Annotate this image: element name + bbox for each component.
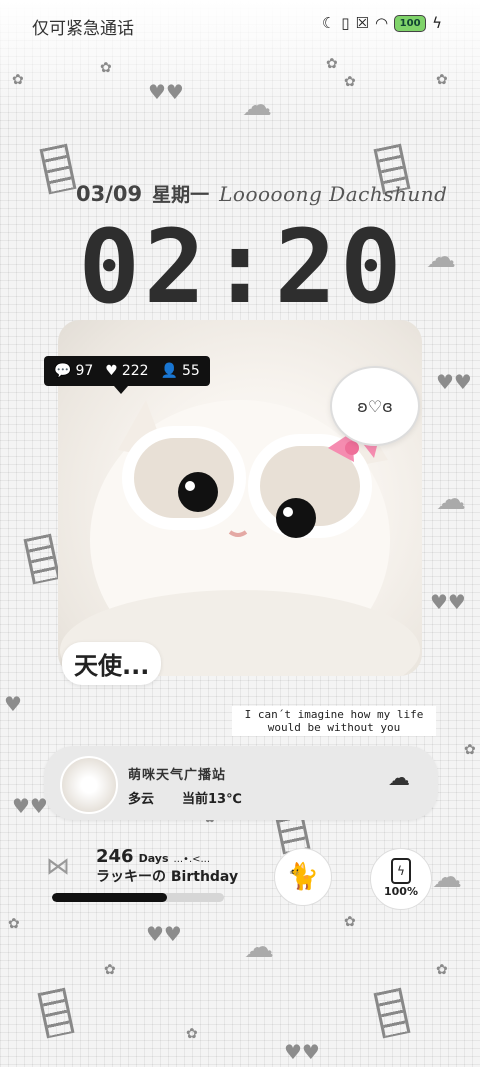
- heart-icon: ♥♥: [146, 922, 182, 946]
- vibrate-icon: ▯: [341, 14, 350, 32]
- wifi-icon: ◠: [375, 14, 389, 32]
- weather-temperature: 当前13℃: [182, 792, 242, 807]
- countdown-progress: [52, 893, 224, 902]
- charging-icon: ϟ: [432, 14, 442, 32]
- heart-icon: ♥♥: [148, 80, 184, 104]
- heart-icon: ♥♥: [284, 1040, 320, 1064]
- quote-text: I can´t imagine how my life would be wit…: [232, 706, 436, 736]
- paw-icon: ✿: [12, 72, 24, 88]
- days-unit: Days: [138, 852, 169, 865]
- likes-stat: ♥ 222: [105, 363, 148, 379]
- heart-icon: ♥: [4, 692, 22, 716]
- battery-icon: 100: [394, 14, 427, 32]
- thought-bubble: ʚ♡ɞ: [330, 366, 420, 446]
- weekday-text: 星期一: [152, 184, 210, 206]
- paw-icon: ✿: [464, 742, 476, 758]
- cloud-icon: ☁: [432, 860, 462, 895]
- event-name: ラッキーの Birthday: [96, 869, 239, 885]
- cloud-icon: ☁: [242, 88, 272, 123]
- ladder-icon: [37, 987, 75, 1039]
- social-stats: 💬 97 ♥ 222 👤 55: [44, 356, 210, 394]
- heart-icon: ♥: [105, 363, 118, 379]
- weather-avatar: [60, 756, 118, 814]
- followers-count: 55: [182, 363, 200, 379]
- ladder-icon: [23, 533, 61, 585]
- weather-condition: 多云: [128, 792, 155, 807]
- paw-icon: ✿: [326, 56, 338, 72]
- cloud-icon: ☁: [244, 930, 274, 965]
- weather-widget[interactable]: 萌咪天气广播站 多云 当前13℃ ☁: [44, 746, 438, 820]
- countdown-progress-fill: [52, 893, 168, 902]
- cloud-icon: ☁: [426, 240, 456, 275]
- comments-stat: 💬 97: [54, 363, 93, 379]
- cloud-icon: ☁: [388, 766, 410, 791]
- paw-icon: ✿: [186, 1026, 198, 1042]
- brand-text: Looooong Dachshund: [219, 182, 448, 206]
- sim-off-icon: ☒: [355, 14, 369, 32]
- black-cat-button[interactable]: 🐈: [274, 848, 332, 906]
- date-line: 03/09 星期一 Looooong Dachshund: [76, 180, 447, 207]
- angel-label: 天使...: [62, 642, 162, 685]
- weather-title: 萌咪天气广播站: [128, 768, 227, 783]
- status-icons: ☾ ▯ ☒ ◠ 100 ϟ: [322, 14, 442, 32]
- days-decor: ...•.<...: [173, 854, 211, 865]
- heart-icon: ♥♥: [436, 370, 472, 394]
- days-number: 246: [96, 846, 134, 867]
- paw-icon: ✿: [436, 962, 448, 978]
- heart-icon: ♥♥: [430, 590, 466, 614]
- carrier-text: 仅可紧急通话: [32, 19, 134, 39]
- likes-count: 222: [121, 363, 149, 379]
- battery-percent: 100%: [384, 885, 418, 898]
- user-icon: 👤: [160, 363, 178, 379]
- paw-icon: ✿: [344, 74, 356, 90]
- paw-icon: ✿: [8, 916, 20, 932]
- heart-icon: ♥♥: [12, 794, 48, 818]
- paw-icon: ✿: [100, 60, 112, 76]
- black-cat-icon: 🐈: [286, 862, 320, 892]
- clock: 02:20: [78, 208, 406, 327]
- countdown-days: 246 Days ...•.<...: [96, 846, 210, 867]
- followers-stat: 👤 55: [161, 363, 200, 379]
- comment-icon: 💬: [54, 363, 72, 379]
- moon-icon: ☾: [321, 14, 336, 32]
- ladder-icon: [39, 143, 77, 195]
- ladder-icon: [373, 987, 411, 1039]
- paw-icon: ✿: [104, 962, 116, 978]
- bow-icon: ⋈: [46, 852, 70, 880]
- cloud-icon: ☁: [436, 482, 466, 517]
- comments-count: 97: [75, 363, 94, 379]
- date-text: 03/09: [76, 182, 143, 206]
- paw-icon: ✿: [344, 914, 356, 930]
- battery-widget[interactable]: ϟ 100%: [370, 848, 432, 910]
- battery-charging-icon: ϟ: [391, 858, 411, 884]
- paw-icon: ✿: [436, 72, 448, 88]
